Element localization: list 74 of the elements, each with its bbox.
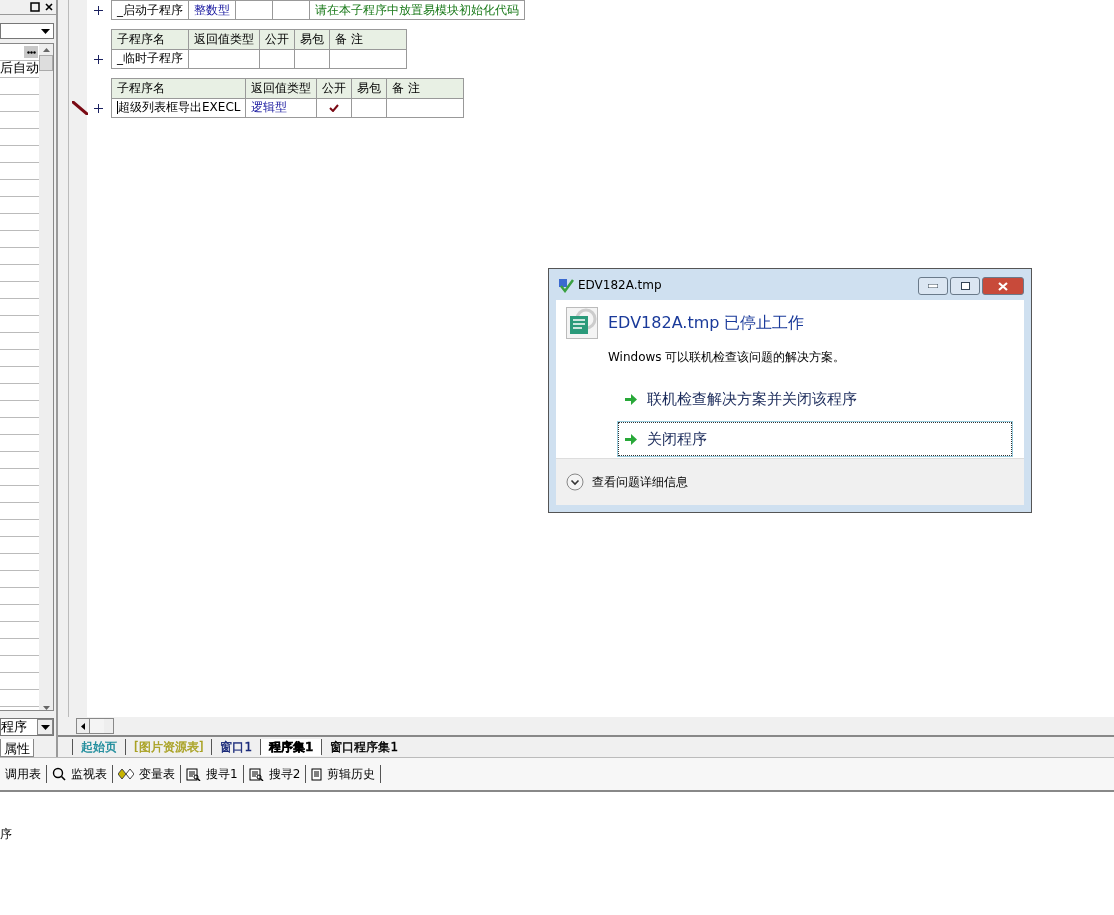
caret-icon	[41, 28, 50, 34]
details-toggle[interactable]: 查看问题详细信息	[566, 473, 688, 491]
left-arrow-icon	[81, 722, 85, 730]
expand-icon	[566, 473, 584, 491]
command-link[interactable]: 联机检查解决方案并关闭该程序	[618, 382, 1012, 416]
output-line: 序	[0, 826, 13, 843]
caret-icon	[40, 724, 50, 730]
toolbar-button[interactable]: 搜寻2	[243, 765, 307, 783]
table-cell: 整数型	[188, 0, 236, 20]
ellipsis-icon	[26, 50, 36, 54]
editor-tab[interactable]: 程序集1	[261, 738, 322, 756]
expand-plus-icon	[94, 5, 103, 15]
table-cell: 请在本子程序中放置易模块初始化代码	[309, 0, 525, 20]
column-header: 易包	[351, 78, 387, 98]
column-header: 返回值类型	[188, 29, 260, 49]
document-search-icon	[186, 767, 201, 781]
toolbar-button[interactable]: 变量表	[113, 765, 181, 783]
ellipsis-button[interactable]	[24, 46, 38, 58]
diamonds-icon	[118, 769, 134, 779]
down-arrow-icon	[42, 706, 50, 710]
document-search-icon	[248, 767, 264, 781]
dialog-message: Windows 可以联机检查该问题的解决方案。	[608, 349, 847, 366]
column-header: 备 注	[386, 78, 464, 98]
editor-tab[interactable]: 窗口程序集1	[322, 738, 406, 756]
search-icon	[52, 767, 66, 781]
table-cell	[259, 49, 295, 69]
document-icon	[311, 767, 323, 781]
table-cell	[294, 49, 330, 69]
column-header: 子程序名	[111, 78, 246, 98]
column-header: 易包	[294, 29, 330, 49]
app-logo-icon	[566, 307, 598, 339]
editor-tab[interactable]: 起始页	[73, 738, 125, 756]
expand-plus-icon	[94, 103, 103, 113]
object-dropdown-value: 程序	[1, 718, 27, 736]
property-value: 后自动	[0, 61, 39, 75]
panel-tab[interactable]: 属性	[0, 739, 34, 757]
table-cell	[235, 0, 273, 20]
up-arrow-icon	[42, 48, 50, 52]
column-header: 子程序名	[111, 29, 189, 49]
object-dropdown[interactable]	[0, 23, 54, 39]
arrow-icon	[625, 393, 637, 405]
toolbar-button[interactable]: 调用表	[0, 765, 47, 783]
column-header: 公开	[316, 78, 352, 98]
table-cell: 逻辑型	[245, 98, 317, 118]
expand-plus-icon	[94, 54, 103, 64]
maximize-icon	[30, 2, 40, 12]
minimize-button[interactable]	[918, 277, 948, 295]
command-link[interactable]: 关闭程序	[618, 422, 1012, 456]
close-icon	[998, 281, 1008, 291]
minimize-icon	[928, 284, 938, 288]
toolbar-button[interactable]: 搜寻1	[181, 765, 244, 783]
scrollbar[interactable]	[76, 718, 114, 734]
editor-tab[interactable]: 窗口1	[212, 738, 260, 756]
scrollbar-thumb[interactable]	[89, 719, 104, 733]
window-title: EDV182A.tmp	[578, 277, 662, 292]
dialog-heading: EDV182A.tmp 已停止工作	[608, 312, 805, 334]
subroutine-name: _临时子程序	[117, 51, 183, 66]
column-header: 返回值类型	[245, 78, 317, 98]
maximize-button[interactable]	[950, 277, 980, 295]
column-header: 备 注	[329, 29, 407, 49]
scrollbar[interactable]	[39, 44, 53, 710]
toolbar-button[interactable]: 剪辑历史	[306, 765, 382, 783]
close-icon	[44, 2, 54, 12]
app-icon	[558, 276, 574, 293]
scrollbar-thumb[interactable]	[39, 55, 53, 71]
maximize-icon	[960, 282, 970, 290]
column-header: 公开	[259, 29, 295, 49]
dropdown-button[interactable]	[37, 719, 53, 735]
close-button[interactable]	[982, 277, 1024, 295]
subroutine-name: _启动子程序	[117, 2, 183, 17]
arrow-icon	[625, 433, 637, 445]
subroutine-name: 超级列表框导出EXECL	[118, 100, 241, 115]
toolbar-button[interactable]: 监视表	[47, 765, 113, 783]
table-cell	[272, 0, 310, 20]
